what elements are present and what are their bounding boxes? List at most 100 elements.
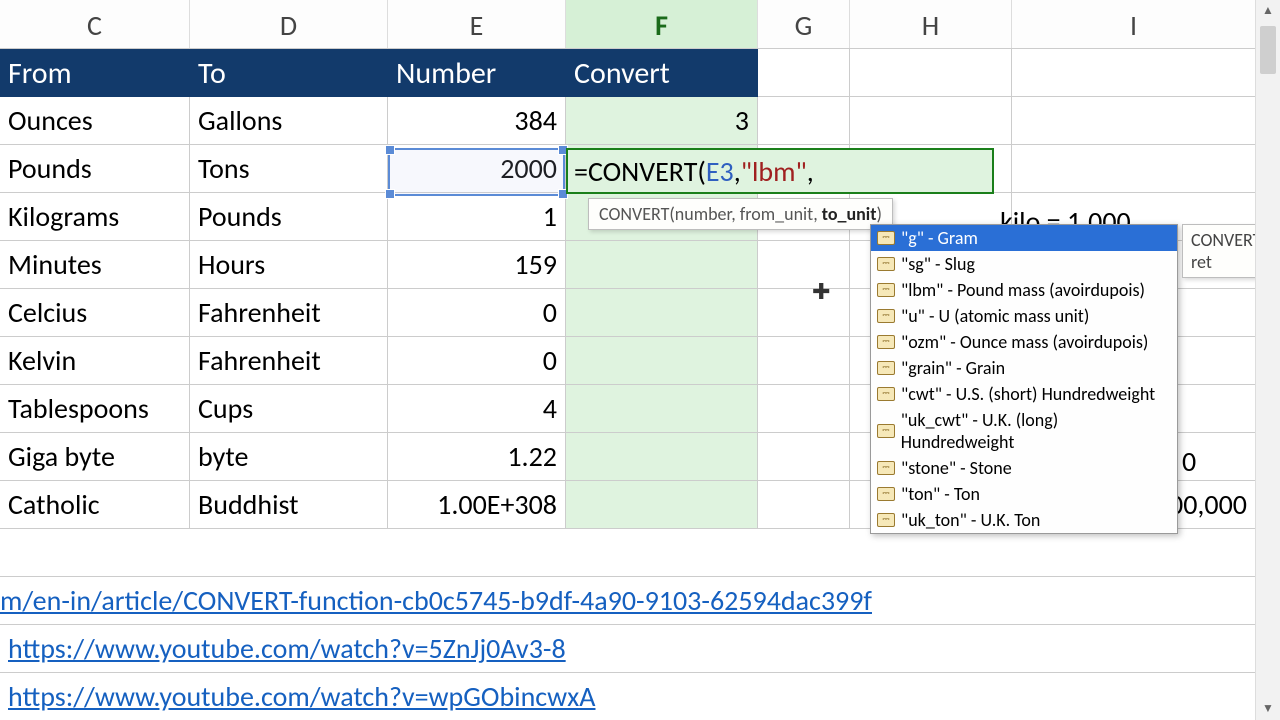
- link-row: m/en-in/article/CONVERT-function-cb0c574…: [0, 577, 1280, 625]
- formula-str: "lbm": [741, 154, 807, 189]
- dropdown-item[interactable]: ⎓ "ton" - Ton: [871, 481, 1177, 507]
- header-from[interactable]: From: [0, 49, 190, 97]
- cell-from[interactable]: Celcius: [0, 289, 190, 337]
- empty-cell[interactable]: [1012, 49, 1256, 97]
- link-youtube-1[interactable]: https://www.youtube.com/watch?v=5ZnJj0Av…: [0, 625, 1256, 673]
- constant-icon: ⎓: [877, 257, 895, 271]
- col-header-d[interactable]: D: [190, 0, 388, 48]
- cell-convert[interactable]: [566, 241, 758, 289]
- link-row: https://www.youtube.com/watch?v=wpGObinc…: [0, 673, 1280, 720]
- cell-from[interactable]: Catholic: [0, 481, 190, 529]
- link-convert-doc[interactable]: m/en-in/article/CONVERT-function-cb0c574…: [0, 577, 1256, 625]
- constant-icon: ⎓: [877, 309, 895, 323]
- empty-cell[interactable]: [758, 289, 850, 337]
- empty-cell[interactable]: [758, 385, 850, 433]
- dropdown-item[interactable]: ⎓"stone" - Stone: [871, 455, 1177, 481]
- cell-from[interactable]: Giga byte: [0, 433, 190, 481]
- dropdown-item[interactable]: ⎓ "sg" - Slug: [871, 251, 1177, 277]
- empty-cell[interactable]: [1012, 97, 1256, 145]
- dropdown-item[interactable]: ⎓"cwt" - U.S. (short) Hundredweight: [871, 381, 1177, 407]
- table-row: [0, 529, 1280, 577]
- cell-number[interactable]: 1.00E+308: [388, 481, 566, 529]
- cell-convert[interactable]: [566, 337, 758, 385]
- cell-to[interactable]: Cups: [190, 385, 388, 433]
- empty-cell[interactable]: [0, 529, 1256, 577]
- cell-number[interactable]: 0: [388, 289, 566, 337]
- cell-number[interactable]: 384: [388, 97, 566, 145]
- empty-cell[interactable]: [758, 337, 850, 385]
- empty-cell[interactable]: [758, 97, 850, 145]
- header-number[interactable]: Number: [388, 49, 566, 97]
- unit-autocomplete-dropdown[interactable]: ⎓"g" - Gram ⎓ "sg" - Slug ⎓"lbm" - Pound …: [870, 224, 1178, 534]
- empty-cell[interactable]: [850, 97, 1012, 145]
- constant-icon: ⎓: [877, 513, 895, 527]
- link-youtube-2[interactable]: https://www.youtube.com/watch?v=wpGObinc…: [0, 673, 1256, 720]
- cell-convert[interactable]: [566, 385, 758, 433]
- cell-convert[interactable]: 3: [566, 97, 758, 145]
- scroll-up-icon[interactable]: ▲: [1256, 0, 1280, 22]
- scroll-thumb[interactable]: [1260, 26, 1276, 74]
- empty-cell[interactable]: [1012, 145, 1256, 193]
- col-header-f[interactable]: F: [566, 0, 758, 48]
- cell-to[interactable]: Fahrenheit: [190, 289, 388, 337]
- dropdown-label: "ozm" - Ounce mass (avoirdupois): [901, 331, 1148, 353]
- hint-pre: CONVERT(number, from_unit,: [599, 203, 822, 225]
- empty-cell[interactable]: [850, 49, 1012, 97]
- cell-number[interactable]: 1: [388, 193, 566, 241]
- cell-to[interactable]: Gallons: [190, 97, 388, 145]
- cell-to[interactable]: byte: [190, 433, 388, 481]
- cell-number[interactable]: 0: [388, 337, 566, 385]
- dropdown-label: "ton" - Ton: [901, 483, 980, 505]
- cell-from[interactable]: Kelvin: [0, 337, 190, 385]
- dropdown-item[interactable]: ⎓"uk_cwt" - U.K. (long) Hundredweight: [871, 407, 1177, 455]
- dropdown-label: "grain" - Grain: [901, 357, 1005, 379]
- formula-editor[interactable]: =CONVERT(E3,"lbm",: [566, 148, 994, 194]
- dropdown-label: "stone" - Stone: [901, 457, 1012, 479]
- constant-icon: ⎓: [877, 335, 895, 349]
- cell-to[interactable]: Tons: [190, 145, 388, 193]
- cell-convert[interactable]: [566, 433, 758, 481]
- col-header-i[interactable]: I: [1012, 0, 1256, 48]
- dropdown-item[interactable]: ⎓"lbm" - Pound mass (avoirdupois): [871, 277, 1177, 303]
- col-header-c[interactable]: C: [0, 0, 190, 48]
- cell-to[interactable]: Hours: [190, 241, 388, 289]
- col-header-g[interactable]: G: [758, 0, 850, 48]
- cell-from[interactable]: Minutes: [0, 241, 190, 289]
- cell-from[interactable]: Kilograms: [0, 193, 190, 241]
- empty-cell[interactable]: [758, 481, 850, 529]
- cell-to[interactable]: Pounds: [190, 193, 388, 241]
- table-row: Ounces Gallons 384 3: [0, 97, 1280, 145]
- constant-icon: ⎓: [877, 231, 895, 245]
- dropdown-item[interactable]: ⎓"g" - Gram: [871, 225, 1177, 251]
- cell-number[interactable]: 4: [388, 385, 566, 433]
- cell-convert[interactable]: [566, 481, 758, 529]
- empty-cell[interactable]: [758, 49, 850, 97]
- empty-cell[interactable]: [758, 241, 850, 289]
- col-header-h[interactable]: H: [850, 0, 1012, 48]
- constant-icon: ⎓: [877, 361, 895, 375]
- dropdown-label: "sg" - Slug: [901, 253, 975, 275]
- vertical-scrollbar[interactable]: ▲ ▼: [1255, 0, 1280, 720]
- cell-from[interactable]: Pounds: [0, 145, 190, 193]
- column-header-row: C D E F G H I J: [0, 0, 1280, 49]
- dropdown-item[interactable]: ⎓ "grain" - Grain: [871, 355, 1177, 381]
- cell-number[interactable]: 2000: [388, 145, 566, 193]
- cell-to[interactable]: Fahrenheit: [190, 337, 388, 385]
- col-header-e[interactable]: E: [388, 0, 566, 48]
- cell-from[interactable]: Tablespoons: [0, 385, 190, 433]
- formula-eq: =: [574, 154, 588, 189]
- dropdown-item[interactable]: ⎓ "ozm" - Ounce mass (avoirdupois): [871, 329, 1177, 355]
- dropdown-item[interactable]: ⎓"u" - U (atomic mass unit): [871, 303, 1177, 329]
- cell-to[interactable]: Buddhist: [190, 481, 388, 529]
- cell-number[interactable]: 159: [388, 241, 566, 289]
- header-convert[interactable]: Convert: [566, 49, 758, 97]
- cell-number[interactable]: 1.22: [388, 433, 566, 481]
- cell-from[interactable]: Ounces: [0, 97, 190, 145]
- cell-convert[interactable]: [566, 289, 758, 337]
- empty-cell[interactable]: [758, 433, 850, 481]
- scroll-down-icon[interactable]: ▼: [1256, 698, 1280, 720]
- header-to[interactable]: To: [190, 49, 388, 97]
- dropdown-item[interactable]: ⎓ "uk_ton" - U.K. Ton: [871, 507, 1177, 533]
- dropdown-label: "uk_ton" - U.K. Ton: [901, 509, 1040, 531]
- constant-icon: ⎓: [877, 487, 895, 501]
